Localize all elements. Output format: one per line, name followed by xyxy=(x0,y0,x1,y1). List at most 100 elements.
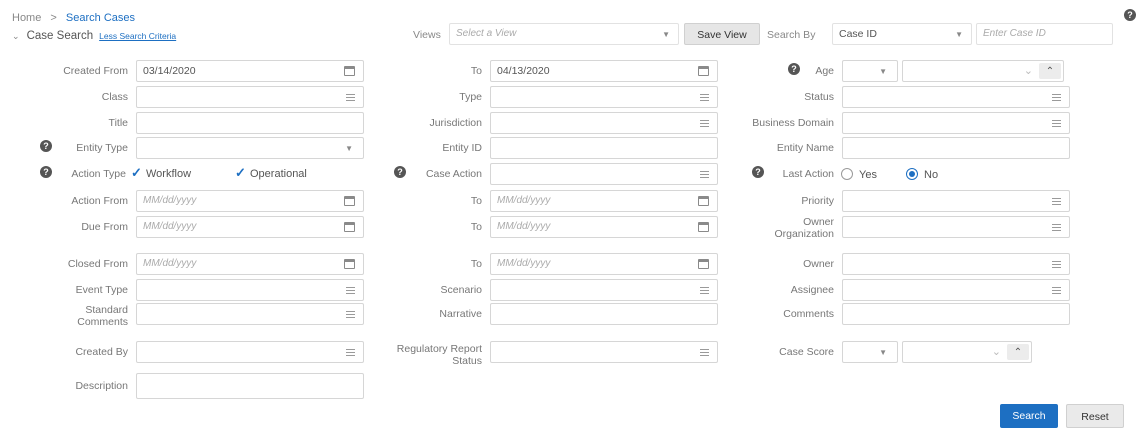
narrative-input[interactable] xyxy=(490,303,718,325)
closed-from-input[interactable]: MM/dd/yyyy xyxy=(136,253,364,275)
created-to-input[interactable]: 04/13/2020 xyxy=(490,60,718,82)
action-from-input[interactable]: MM/dd/yyyy xyxy=(136,190,364,212)
description-input[interactable] xyxy=(136,373,364,399)
operational-checkbox[interactable]: ✓ xyxy=(235,166,246,179)
action-to-input[interactable]: MM/dd/yyyy xyxy=(490,190,718,212)
owner-input[interactable] xyxy=(842,253,1070,275)
spin-down-icon[interactable]: ⌄ xyxy=(992,346,1001,358)
type-input[interactable] xyxy=(490,86,718,108)
entity-id-label: Entity ID xyxy=(442,142,482,154)
calendar-icon[interactable] xyxy=(698,66,709,76)
list-icon[interactable] xyxy=(346,311,355,318)
breadcrumb-separator: > xyxy=(50,12,57,24)
save-view-button[interactable]: Save View xyxy=(684,23,760,45)
less-search-criteria-link[interactable]: Less Search Criteria xyxy=(99,31,176,41)
created-from-input[interactable]: 03/14/2020 xyxy=(136,60,364,82)
list-icon[interactable] xyxy=(700,349,709,356)
reset-button[interactable]: Reset xyxy=(1066,404,1124,428)
list-icon[interactable] xyxy=(1052,261,1061,268)
case-score-operator-select[interactable]: ▼ xyxy=(842,341,898,363)
standard-comments-input[interactable] xyxy=(136,303,364,325)
list-icon[interactable] xyxy=(1052,224,1061,231)
entity-type-help-icon[interactable]: ? xyxy=(40,140,52,152)
comments-input[interactable] xyxy=(842,303,1070,325)
spin-up-button[interactable]: ⌃ xyxy=(1007,344,1029,360)
page-help-icon[interactable]: ? xyxy=(1124,9,1136,21)
age-value-input[interactable]: ⌄ ⌃ xyxy=(902,60,1064,82)
list-icon[interactable] xyxy=(700,120,709,127)
case-score-value-input[interactable]: ⌄ ⌃ xyxy=(902,341,1032,363)
business-domain-input[interactable] xyxy=(842,112,1070,134)
views-select[interactable]: Select a View ▼ xyxy=(449,23,679,45)
event-type-input[interactable] xyxy=(136,279,364,301)
list-icon[interactable] xyxy=(1052,94,1061,101)
workflow-option-label[interactable]: Workflow xyxy=(146,168,191,180)
list-icon[interactable] xyxy=(1052,120,1061,127)
type-label: Type xyxy=(459,91,482,103)
due-to-input[interactable]: MM/dd/yyyy xyxy=(490,216,718,238)
operational-option-label[interactable]: Operational xyxy=(250,168,307,180)
due-from-input[interactable]: MM/dd/yyyy xyxy=(136,216,364,238)
list-icon[interactable] xyxy=(700,171,709,178)
spin-up-button[interactable]: ⌃ xyxy=(1039,63,1061,79)
title-label: Title xyxy=(108,117,128,129)
search-button[interactable]: Search xyxy=(1000,404,1058,428)
entity-id-input[interactable] xyxy=(490,137,718,159)
list-icon[interactable] xyxy=(1052,287,1061,294)
regulatory-report-status-input[interactable] xyxy=(490,341,718,363)
calendar-icon[interactable] xyxy=(698,222,709,232)
calendar-icon[interactable] xyxy=(344,196,355,206)
workflow-checkbox[interactable]: ✓ xyxy=(131,166,142,179)
action-type-help-icon[interactable]: ? xyxy=(40,166,52,178)
calendar-icon[interactable] xyxy=(344,222,355,232)
list-icon[interactable] xyxy=(346,349,355,356)
case-search-header[interactable]: ⌄ Case Search Less Search Criteria xyxy=(12,30,176,42)
case-id-placeholder: Enter Case ID xyxy=(983,28,1046,39)
date-placeholder: MM/dd/yyyy xyxy=(497,258,551,269)
list-icon[interactable] xyxy=(346,287,355,294)
collapse-chevron-icon[interactable]: ⌄ xyxy=(12,31,20,41)
list-icon[interactable] xyxy=(700,287,709,294)
age-help-icon[interactable]: ? xyxy=(788,63,800,75)
no-option-label[interactable]: No xyxy=(924,169,938,181)
case-action-help-icon[interactable]: ? xyxy=(394,166,406,178)
assignee-input[interactable] xyxy=(842,279,1070,301)
owner-organization-label-line2: Organization xyxy=(774,228,834,240)
age-operator-select[interactable]: ▼ xyxy=(842,60,898,82)
priority-input[interactable] xyxy=(842,190,1070,212)
case-id-input[interactable]: Enter Case ID xyxy=(976,23,1113,45)
status-input[interactable] xyxy=(842,86,1070,108)
entity-type-select[interactable]: ▼ xyxy=(136,137,364,159)
calendar-icon[interactable] xyxy=(698,259,709,269)
title-input[interactable] xyxy=(136,112,364,134)
date-placeholder: MM/dd/yyyy xyxy=(143,195,197,206)
case-action-input[interactable] xyxy=(490,163,718,185)
last-action-yes-radio[interactable] xyxy=(841,168,853,180)
created-from-label: Created From xyxy=(63,65,128,77)
search-by-select[interactable]: Case ID ▼ xyxy=(832,23,972,45)
list-icon[interactable] xyxy=(700,94,709,101)
calendar-icon[interactable] xyxy=(698,196,709,206)
owner-organization-input[interactable] xyxy=(842,216,1070,238)
regulatory-report-status-label-line2: Status xyxy=(452,355,482,367)
calendar-icon[interactable] xyxy=(344,259,355,269)
narrative-label: Narrative xyxy=(439,308,482,320)
created-by-input[interactable] xyxy=(136,341,364,363)
last-action-help-icon[interactable]: ? xyxy=(752,166,764,178)
list-icon[interactable] xyxy=(346,94,355,101)
spin-down-icon[interactable]: ⌄ xyxy=(1024,65,1033,77)
class-label: Class xyxy=(101,91,128,103)
closed-to-input[interactable]: MM/dd/yyyy xyxy=(490,253,718,275)
last-action-no-radio[interactable] xyxy=(906,168,918,180)
jurisdiction-input[interactable] xyxy=(490,112,718,134)
calendar-icon[interactable] xyxy=(344,66,355,76)
breadcrumb-home[interactable]: Home xyxy=(12,12,41,24)
entity-name-input[interactable] xyxy=(842,137,1070,159)
yes-option-label[interactable]: Yes xyxy=(859,169,877,181)
scenario-input[interactable] xyxy=(490,279,718,301)
regulatory-report-status-label-line1: Regulatory Report xyxy=(396,343,482,355)
owner-organization-label: Owner Organization xyxy=(730,216,834,240)
list-icon[interactable] xyxy=(1052,198,1061,205)
class-input[interactable] xyxy=(136,86,364,108)
chevron-down-icon: ▼ xyxy=(345,144,353,153)
